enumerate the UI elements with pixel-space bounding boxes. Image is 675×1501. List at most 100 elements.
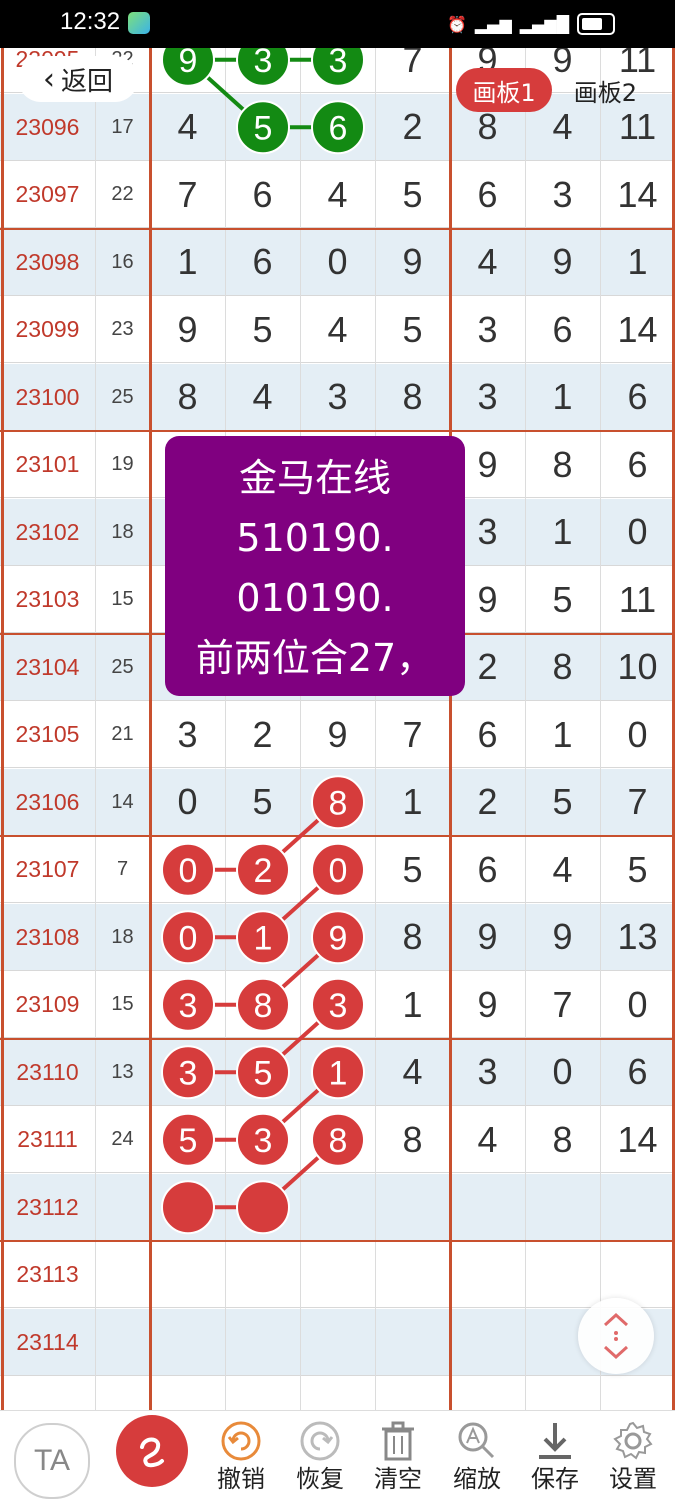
digit-cell[interactable]	[450, 1241, 525, 1308]
digit-cell[interactable]: 9	[525, 229, 600, 296]
digit-cell[interactable]	[375, 1309, 450, 1376]
digit-cell[interactable]: 0	[300, 836, 375, 903]
digit-cell[interactable]: 4	[225, 364, 300, 431]
digit-cell[interactable]: 5	[600, 836, 675, 903]
digit-cell[interactable]: 3	[300, 364, 375, 431]
digit-cell[interactable]: 7	[600, 769, 675, 836]
digit-cell[interactable]	[150, 1174, 225, 1241]
scroll-toggle-button[interactable]	[578, 1298, 654, 1374]
digit-cell[interactable]: 5	[375, 296, 450, 363]
digit-cell[interactable]: 4	[150, 94, 225, 161]
digit-cell[interactable]: 1	[225, 904, 300, 971]
digit-cell[interactable]	[150, 1241, 225, 1308]
digit-cell[interactable]: 6	[225, 229, 300, 296]
pen-tool-button[interactable]	[116, 1415, 188, 1487]
digit-cell[interactable]: 1	[150, 229, 225, 296]
digit-cell[interactable]: 3	[225, 1106, 300, 1173]
digit-cell[interactable]: 4	[300, 296, 375, 363]
digit-cell[interactable]: 3	[300, 971, 375, 1038]
digit-cell[interactable]: 8	[300, 1106, 375, 1173]
digit-cell[interactable]: 1	[300, 1039, 375, 1106]
digit-cell[interactable]	[150, 1309, 225, 1376]
digit-cell[interactable]: 1	[525, 701, 600, 768]
digit-cell[interactable]: 9	[300, 904, 375, 971]
digit-cell[interactable]	[300, 1241, 375, 1308]
digit-cell[interactable]: 9	[300, 701, 375, 768]
digit-cell[interactable]: 7	[375, 48, 450, 93]
digit-cell[interactable]: 0	[600, 971, 675, 1038]
digit-cell[interactable]: 8	[150, 364, 225, 431]
digit-cell[interactable]: 4	[450, 229, 525, 296]
digit-cell[interactable]: 4	[450, 1106, 525, 1173]
digit-cell[interactable]: 5	[225, 769, 300, 836]
digit-cell[interactable]: 1	[375, 971, 450, 1038]
digit-cell[interactable]: 9	[150, 48, 225, 93]
digit-cell[interactable]: 3	[300, 48, 375, 93]
digit-cell[interactable]: 3	[450, 1039, 525, 1106]
digit-cell[interactable]: 0	[150, 836, 225, 903]
digit-cell[interactable]: 5	[225, 1039, 300, 1106]
digit-cell[interactable]: 1	[600, 229, 675, 296]
digit-cell[interactable]: 7	[525, 971, 600, 1038]
digit-cell[interactable]: 14	[600, 1106, 675, 1173]
digit-cell[interactable]: 8	[225, 971, 300, 1038]
digit-cell[interactable]: 3	[450, 296, 525, 363]
digit-cell[interactable]	[525, 1241, 600, 1308]
digit-cell[interactable]: 6	[525, 296, 600, 363]
digit-cell[interactable]: 3	[225, 48, 300, 93]
digit-cell[interactable]: 5	[525, 769, 600, 836]
redo-button[interactable]: 恢复	[285, 1417, 355, 1493]
digit-cell[interactable]: 9	[450, 904, 525, 971]
digit-cell[interactable]: 8	[375, 364, 450, 431]
digit-cell[interactable]	[300, 1309, 375, 1376]
digit-cell[interactable]: 6	[600, 364, 675, 431]
digit-cell[interactable]: 9	[450, 971, 525, 1038]
digit-cell[interactable]: 14	[600, 161, 675, 228]
digit-cell[interactable]	[225, 1174, 300, 1241]
digit-cell[interactable]: 14	[600, 296, 675, 363]
zoom-button[interactable]: 缩放	[442, 1417, 512, 1493]
digit-cell[interactable]: 5	[375, 161, 450, 228]
digit-cell[interactable]	[225, 1309, 300, 1376]
digit-cell[interactable]: 8	[525, 431, 600, 498]
back-button[interactable]: ‹ 返回	[18, 56, 138, 102]
digit-cell[interactable]: 2	[450, 769, 525, 836]
text-note[interactable]: 金马在线 510190. 010190. 前两位合27，	[165, 436, 465, 696]
digit-cell[interactable]	[225, 1241, 300, 1308]
digit-cell[interactable]: 6	[300, 94, 375, 161]
digit-cell[interactable]: 6	[450, 701, 525, 768]
data-grid[interactable]: 2309522933799112309617456284112309722764…	[0, 48, 675, 1410]
digit-cell[interactable]: 8	[300, 769, 375, 836]
digit-cell[interactable]	[375, 1241, 450, 1308]
board-1-tab[interactable]: 画板1	[456, 68, 552, 112]
digit-cell[interactable]: 9	[150, 296, 225, 363]
digit-cell[interactable]: 8	[525, 1106, 600, 1173]
digit-cell[interactable]: 3	[450, 364, 525, 431]
digit-cell[interactable]: 3	[150, 1039, 225, 1106]
digit-cell[interactable]: 7	[150, 161, 225, 228]
digit-cell[interactable]: 6	[600, 1039, 675, 1106]
digit-cell[interactable]: 9	[375, 229, 450, 296]
digit-cell[interactable]: 3	[525, 161, 600, 228]
digit-cell[interactable]: 0	[150, 769, 225, 836]
digit-cell[interactable]: 5	[225, 94, 300, 161]
undo-button[interactable]: 撤销	[206, 1417, 276, 1493]
digit-cell[interactable]: 0	[600, 499, 675, 566]
digit-cell[interactable]: 6	[450, 161, 525, 228]
digit-cell[interactable]: 5	[150, 1106, 225, 1173]
digit-cell[interactable]: 7	[375, 701, 450, 768]
digit-cell[interactable]: 2	[225, 701, 300, 768]
digit-cell[interactable]: 0	[600, 701, 675, 768]
digit-cell[interactable]: 9	[525, 904, 600, 971]
digit-cell[interactable]	[375, 1174, 450, 1241]
digit-cell[interactable]: 4	[375, 1039, 450, 1106]
digit-cell[interactable]	[300, 1174, 375, 1241]
digit-cell[interactable]: 6	[600, 431, 675, 498]
digit-cell[interactable]: 11	[600, 566, 675, 633]
digit-cell[interactable]: 8	[375, 904, 450, 971]
digit-cell[interactable]: 13	[600, 904, 675, 971]
digit-cell[interactable]: 5	[375, 836, 450, 903]
save-button[interactable]: 保存	[520, 1417, 590, 1493]
digit-cell[interactable]: 3	[150, 971, 225, 1038]
digit-cell[interactable]: 1	[525, 499, 600, 566]
